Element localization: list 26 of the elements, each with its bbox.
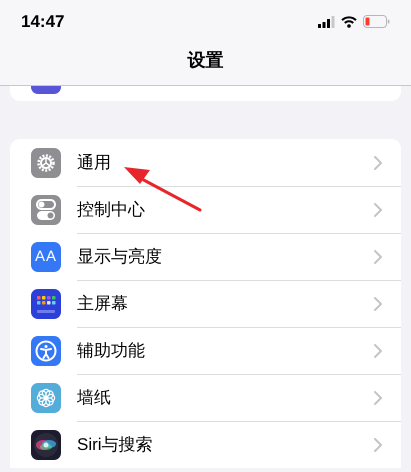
nav-title: 设置: [188, 49, 224, 72]
chevron-icon: [374, 297, 382, 311]
chevron-icon: [374, 250, 382, 264]
row-label: 控制中心: [77, 199, 145, 222]
chevron-icon: [374, 438, 382, 452]
settings-row[interactable]: Siri与搜索: [10, 421, 401, 468]
row-label: Siri与搜索: [77, 434, 153, 456]
status-time: 14:47: [21, 10, 64, 33]
row-label: 主屏幕: [77, 293, 128, 316]
text-size-icon: AA: [31, 242, 61, 272]
battery-icon: [363, 15, 390, 28]
row-label: 通用: [77, 152, 111, 174]
settings-row[interactable]: 主屏幕: [10, 280, 401, 327]
chevron-icon: [374, 344, 382, 358]
chevron-icon: [374, 203, 382, 217]
settings-row[interactable]: 墙纸: [10, 374, 401, 421]
chevron-icon: [374, 391, 382, 405]
settings-row[interactable]: AA 显示与亮度: [10, 233, 401, 280]
row-label: 辅助功能: [77, 340, 145, 362]
settings-row[interactable]: 控制中心: [10, 186, 401, 233]
row-label: 显示与亮度: [77, 246, 162, 268]
settings-row[interactable]: 辅助功能: [10, 327, 401, 374]
row-label: 墙纸: [77, 387, 111, 410]
wifi-icon: [341, 16, 357, 28]
chevron-icon: [374, 156, 382, 170]
signal-icon: [318, 16, 335, 28]
